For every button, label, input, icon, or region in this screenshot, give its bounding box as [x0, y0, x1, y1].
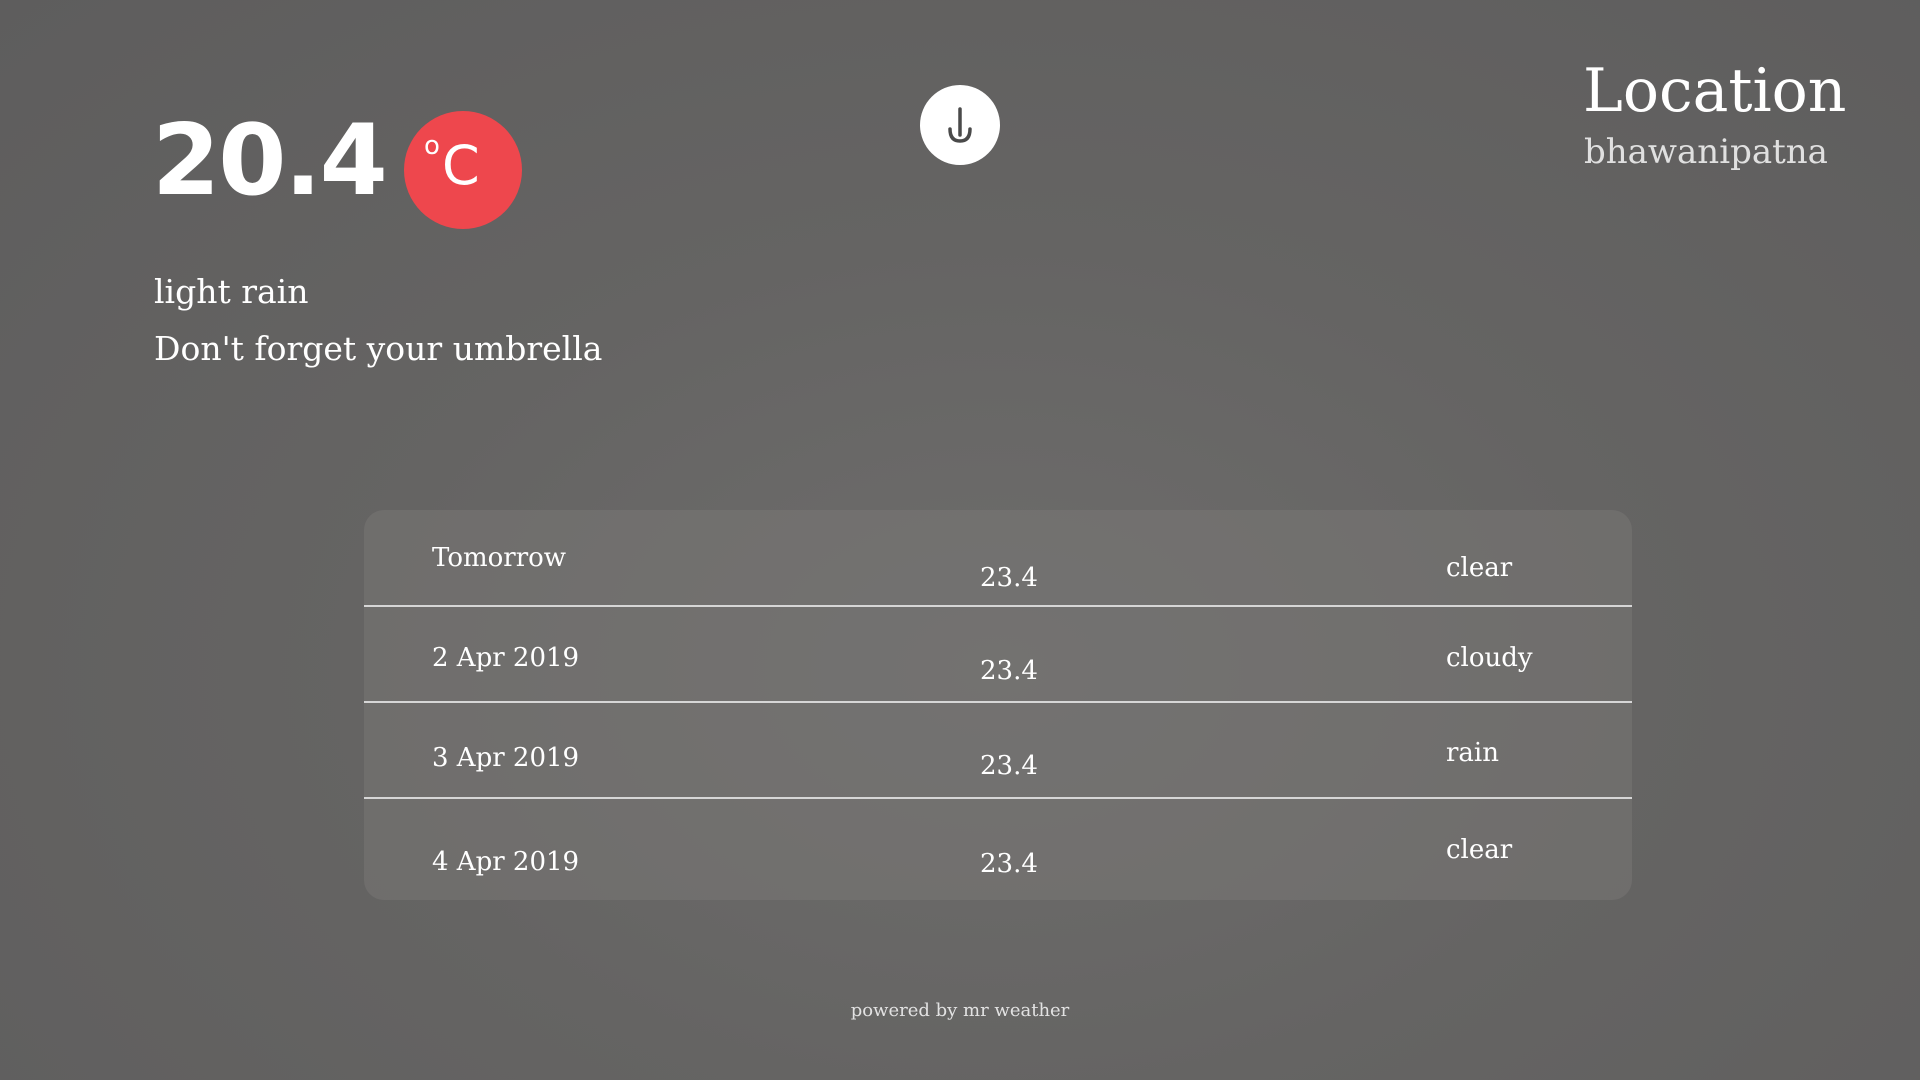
forecast-condition: clear	[1446, 835, 1513, 865]
forecast-temp: 23.4	[980, 751, 1038, 781]
footer-credit: powered by mr weather	[850, 1000, 1070, 1021]
current-temperature: 20.4	[152, 104, 388, 218]
forecast-temp: 23.4	[980, 563, 1038, 593]
forecast-condition: clear	[1446, 553, 1513, 583]
location-heading: Location	[1583, 56, 1847, 126]
forecast-day: 4 Apr 2019	[432, 847, 580, 877]
forecast-table: Tomorrow 23.4 clear 2 Apr 2019 23.4 clou…	[364, 510, 1632, 900]
forecast-row: Tomorrow 23.4 clear	[364, 510, 1632, 607]
forecast-day: Tomorrow	[432, 543, 567, 573]
forecast-temp: 23.4	[980, 849, 1038, 879]
degree-symbol: o	[424, 131, 440, 161]
weather-advice: Don't forget your umbrella	[154, 329, 603, 368]
unit-letter: C	[442, 134, 480, 197]
forecast-temp: 23.4	[980, 656, 1038, 686]
forecast-condition: rain	[1446, 738, 1499, 768]
forecast-row: 4 Apr 2019 23.4 clear	[364, 799, 1632, 895]
forecast-day: 2 Apr 2019	[432, 643, 580, 673]
forecast-row: 3 Apr 2019 23.4 rain	[364, 703, 1632, 799]
forecast-day: 3 Apr 2019	[432, 743, 580, 773]
forecast-row: 2 Apr 2019 23.4 cloudy	[364, 607, 1632, 703]
location-name: bhawanipatna	[1584, 132, 1828, 172]
arrow-down-icon	[948, 107, 972, 143]
current-condition: light rain	[154, 272, 309, 311]
unit-toggle-button[interactable]: o C	[404, 111, 522, 229]
forecast-condition: cloudy	[1446, 643, 1533, 673]
scroll-down-button[interactable]	[920, 85, 1000, 165]
